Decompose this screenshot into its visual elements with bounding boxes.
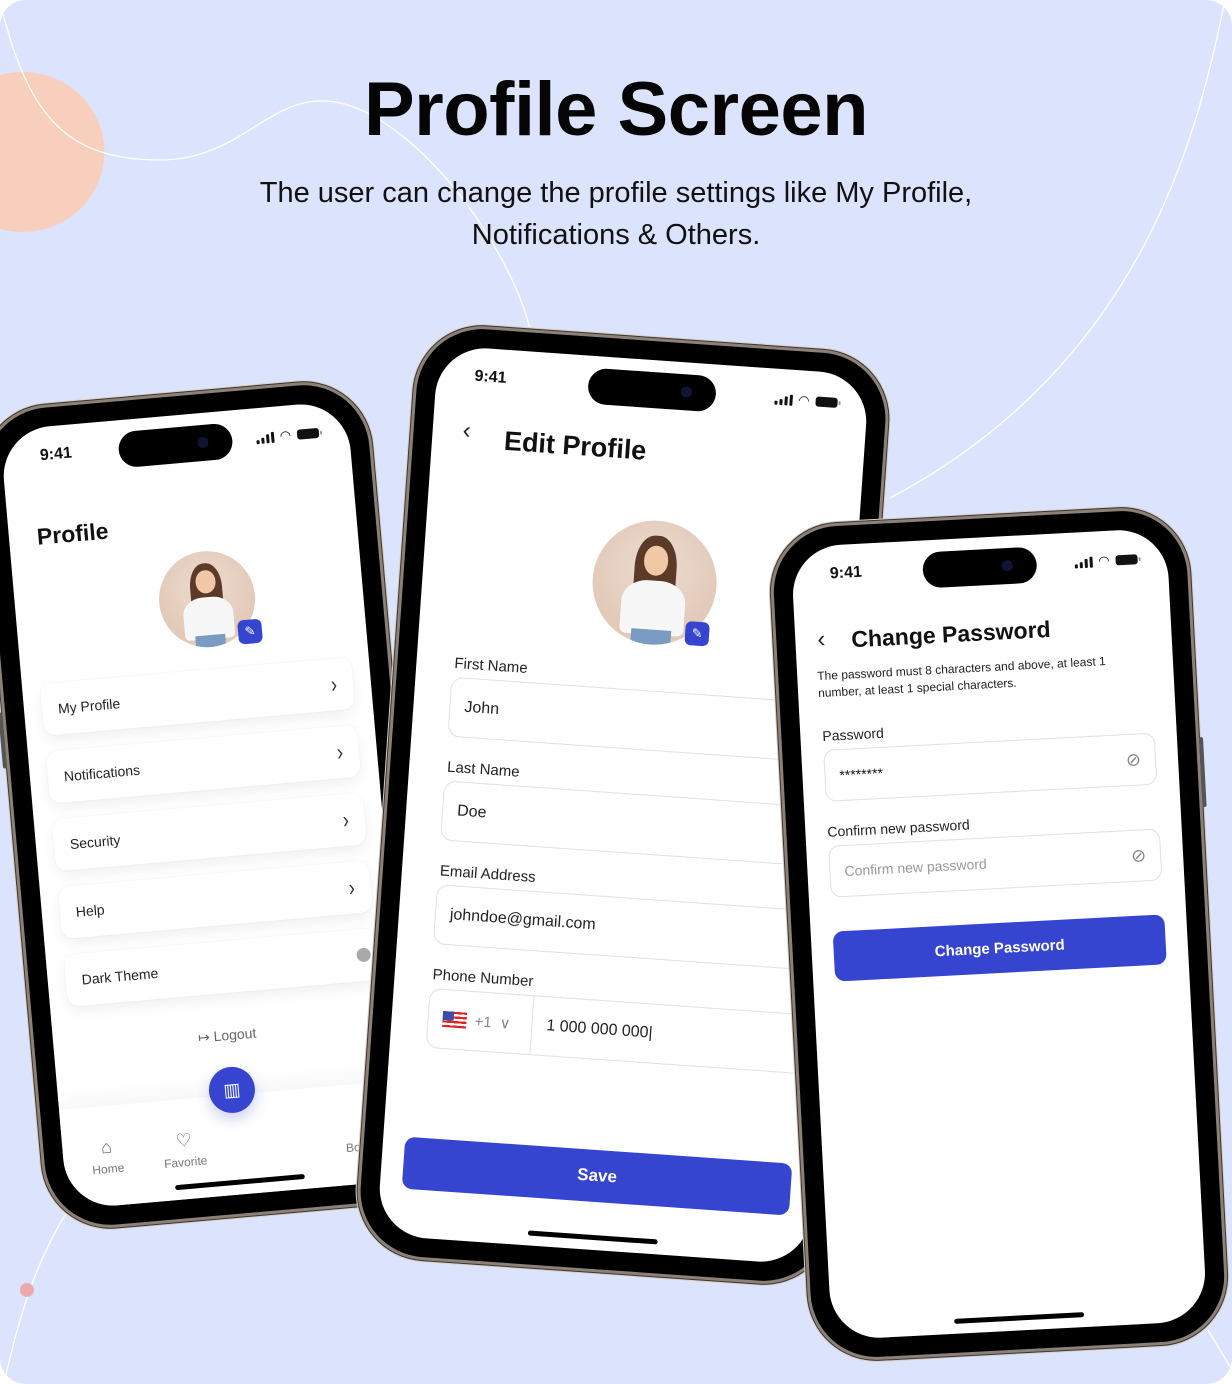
dynamic-island: [586, 367, 718, 413]
back-button[interactable]: ‹: [462, 417, 472, 445]
page-subtitle: The user can change the profile settings…: [259, 177, 973, 251]
chevron-right-icon: ›: [341, 806, 350, 833]
signal-icon: [255, 431, 275, 444]
dark-theme-toggle[interactable]: [356, 947, 372, 963]
save-button[interactable]: Save: [401, 1136, 793, 1216]
logout-icon: ↦: [197, 1028, 211, 1046]
back-button[interactable]: ‹: [817, 626, 826, 654]
eye-off-icon[interactable]: ⊘: [1130, 845, 1146, 867]
status-time: 9:41: [39, 444, 73, 465]
status-time: 9:41: [473, 367, 508, 387]
tab-home[interactable]: ⌂ Home: [90, 1136, 125, 1178]
password-input[interactable]: ******** ⊘: [823, 732, 1158, 802]
chevron-right-icon: ›: [347, 873, 356, 901]
menu-item-dark-theme: Dark Theme: [63, 927, 379, 1007]
first-name-label: First Name: [453, 654, 529, 677]
screen-title: Profile: [35, 517, 110, 550]
menu-item-notifications[interactable]: Notifications ›: [45, 724, 362, 804]
home-indicator: [954, 1312, 1085, 1324]
status-icons: ◠: [1074, 551, 1138, 570]
menu-item-help[interactable]: Help ›: [57, 860, 373, 940]
wifi-icon: ◠: [279, 427, 292, 444]
dynamic-island: [921, 546, 1038, 589]
map-icon: ▥: [222, 1078, 242, 1101]
change-password-button[interactable]: Change Password: [832, 914, 1167, 982]
home-indicator: [527, 1230, 658, 1245]
signal-icon: [773, 393, 793, 406]
phone-label: Phone Number: [432, 966, 534, 991]
menu-item-security[interactable]: Security ›: [51, 792, 368, 872]
chevron-down-icon: ∨: [498, 1014, 512, 1033]
dynamic-island: [117, 422, 234, 469]
battery-icon: [815, 396, 838, 408]
tab-favorite[interactable]: ♡ Favorite: [161, 1128, 208, 1171]
wifi-icon: ◠: [797, 392, 811, 409]
country-code-select[interactable]: +1 ∨: [426, 989, 535, 1055]
status-icons: ◠: [255, 425, 320, 446]
password-requirements: The password must 8 characters and above…: [816, 654, 1107, 701]
status-icons: ◠: [773, 391, 838, 411]
us-flag-icon: [442, 1010, 468, 1029]
phone-change-password: 9:41 ◠ ‹ Change Password The password mu…: [770, 507, 1228, 1361]
phone-number-input[interactable]: 1 000 000 000|: [532, 1016, 653, 1042]
page-title: Profile Screen: [363, 67, 869, 152]
heart-icon: ♡: [174, 1129, 193, 1151]
home-icon: ⌂: [100, 1136, 113, 1158]
map-button[interactable]: ▥: [207, 1064, 257, 1115]
chevron-right-icon: ›: [335, 738, 344, 765]
pencil-icon[interactable]: ✎: [684, 620, 710, 647]
chevron-right-icon: ›: [329, 670, 339, 698]
signal-icon: [1074, 556, 1093, 569]
profile-menu: My Profile › Notifications › Security › …: [39, 656, 380, 1023]
password-label: Password: [821, 724, 885, 744]
eye-off-icon[interactable]: ⊘: [1125, 749, 1141, 771]
battery-icon: [296, 427, 320, 440]
wifi-icon: ◠: [1097, 552, 1110, 569]
screen-title: Edit Profile: [503, 425, 648, 466]
promo-canvas: Profile Screen The user can change the p…: [0, 0, 1232, 1384]
menu-item-my-profile[interactable]: My Profile ›: [39, 656, 356, 736]
battery-icon: [1115, 554, 1138, 566]
profile-screen: 9:41 ◠ Profile ✎ My Profile › Notificati…: [0, 400, 415, 1210]
decorative-dot: [20, 1283, 34, 1297]
confirm-password-input[interactable]: Confirm new password ⊘: [828, 828, 1163, 898]
last-name-label: Last Name: [446, 758, 521, 781]
screen-title: Change Password: [850, 615, 1052, 653]
change-password-screen: 9:41 ◠ ‹ Change Password The password mu…: [790, 527, 1208, 1341]
email-label: Email Address: [439, 862, 537, 887]
phone-input-group: +1 ∨ 1 000 000 000|: [425, 987, 845, 1077]
status-time: 9:41: [829, 563, 863, 583]
confirm-password-label: Confirm new password: [826, 816, 971, 840]
pencil-icon[interactable]: ✎: [237, 618, 264, 645]
